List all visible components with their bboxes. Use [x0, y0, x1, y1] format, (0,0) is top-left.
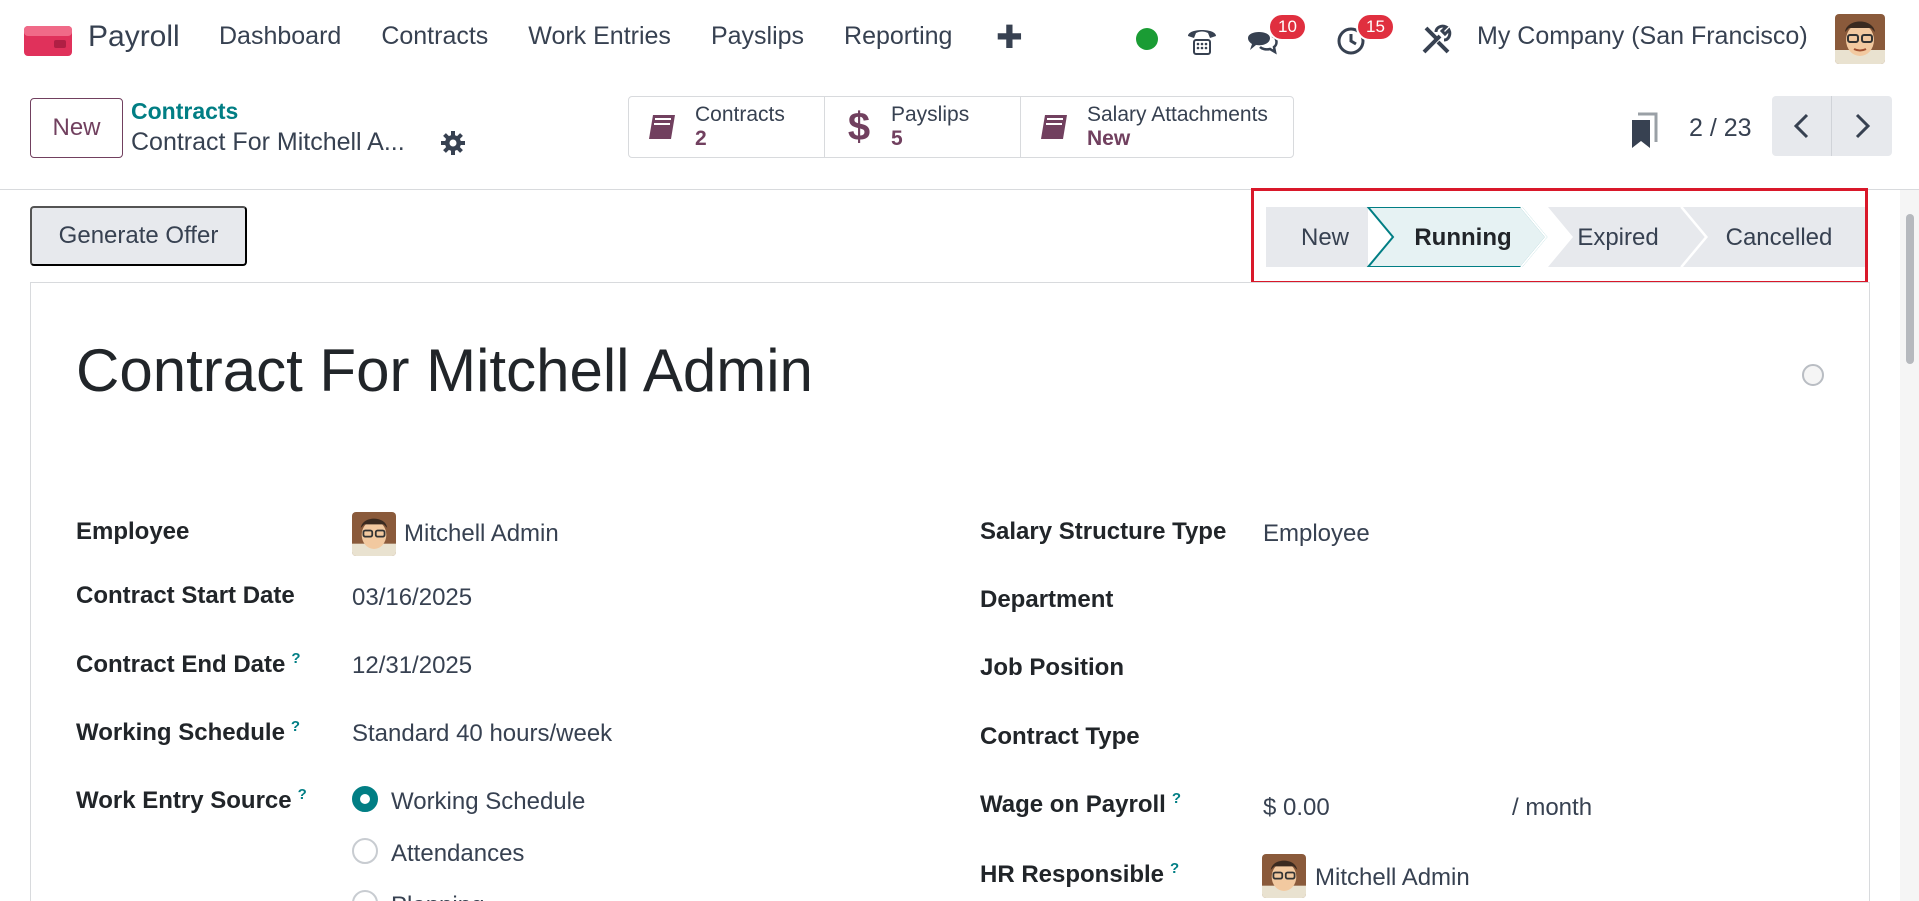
menu-item-work-entries[interactable]: Work Entries	[528, 22, 671, 51]
main-menu: Dashboard Contracts Work Entries Payslip…	[219, 22, 992, 51]
source-working-schedule-label[interactable]: Working Schedule	[391, 788, 585, 816]
employee-avatar	[352, 512, 396, 556]
smart-button-label: Contracts	[695, 103, 785, 126]
source-planning-label[interactable]: Planning	[391, 892, 484, 901]
department-label: Department	[980, 586, 1114, 613]
smart-button-label: Salary Attachments	[1087, 103, 1268, 126]
stage-cancelled[interactable]: Cancelled	[1726, 224, 1833, 251]
menu-item-payslips[interactable]: Payslips	[711, 22, 804, 51]
help-icon[interactable]: ?	[291, 718, 300, 735]
contract-type-label: Contract Type	[980, 723, 1140, 750]
contract-start-field[interactable]: 03/16/2025	[352, 584, 472, 612]
menu-item-dashboard[interactable]: Dashboard	[219, 22, 341, 51]
smart-button-value: 5	[891, 127, 903, 150]
contract-status-bar: New Running Expired Cancelled	[1266, 207, 1868, 267]
new-record-button[interactable]: New	[30, 98, 123, 158]
activities-count-badge: 15	[1356, 13, 1395, 41]
bookmark-icon[interactable]	[1630, 112, 1660, 150]
company-switcher[interactable]: My Company (San Francisco)	[1477, 22, 1808, 51]
wage-field[interactable]: $ 0.00	[1263, 794, 1330, 822]
contract-end-field[interactable]: 12/31/2025	[352, 652, 472, 680]
hr-responsible-label: HR Responsible?	[980, 860, 1180, 888]
working-schedule-field[interactable]: Standard 40 hours/week	[352, 720, 612, 748]
help-icon[interactable]: ?	[291, 650, 300, 667]
presence-status-icon[interactable]	[1136, 28, 1158, 50]
smart-buttons: Contracts 2 $ Payslips 5 Salary Attachme…	[628, 96, 1294, 158]
top-navbar: Payroll Dashboard Contracts Work Entries…	[0, 0, 1919, 78]
employee-field[interactable]: Mitchell Admin	[404, 520, 559, 548]
help-icon[interactable]: ?	[298, 786, 307, 803]
source-working-schedule-radio[interactable]	[352, 786, 378, 812]
chevron-left-icon	[1793, 113, 1808, 139]
priority-radio[interactable]	[1802, 364, 1824, 386]
smart-button-label: Payslips	[891, 103, 970, 126]
help-icon[interactable]: ?	[1170, 860, 1179, 877]
salary-attachments-smart-button[interactable]: Salary Attachments New	[1021, 97, 1293, 157]
plus-icon[interactable]: ✚	[996, 18, 1023, 56]
wage-on-payroll-label: Wage on Payroll?	[980, 790, 1181, 818]
help-icon[interactable]: ?	[1172, 790, 1181, 807]
stage-new[interactable]: New	[1301, 224, 1350, 251]
smart-button-value: 2	[695, 127, 707, 150]
source-attendances-label[interactable]: Attendances	[391, 840, 524, 868]
salary-structure-type-field[interactable]: Employee	[1263, 520, 1370, 548]
scrollbar-thumb[interactable]	[1906, 214, 1914, 364]
app-name[interactable]: Payroll	[88, 20, 180, 54]
hr-responsible-field[interactable]: Mitchell Admin	[1315, 864, 1470, 892]
pager-buttons	[1772, 96, 1892, 156]
source-attendances-radio[interactable]	[352, 838, 378, 864]
work-entry-source-label: Work Entry Source?	[76, 786, 307, 814]
breadcrumb-current: Contract For Mitchell A...	[131, 128, 405, 156]
wage-period: / month	[1512, 794, 1593, 821]
stage-running[interactable]: Running	[1414, 224, 1511, 251]
employee-label: Employee	[76, 518, 190, 545]
contract-start-label: Contract Start Date	[76, 582, 295, 609]
book-icon	[649, 115, 675, 139]
chevron-right-icon	[1855, 113, 1871, 139]
previous-record-button[interactable]	[1772, 96, 1832, 156]
generate-offer-button[interactable]: Generate Offer	[30, 206, 247, 266]
dollar-icon: $	[847, 105, 871, 149]
hr-responsible-avatar	[1262, 854, 1306, 898]
phone-icon[interactable]	[1184, 22, 1220, 58]
contract-title[interactable]: Contract For Mitchell Admin	[76, 336, 813, 405]
debug-tools-icon[interactable]	[1418, 22, 1454, 58]
pager-value[interactable]: 2 / 23	[1689, 114, 1752, 143]
menu-item-reporting[interactable]: Reporting	[844, 22, 952, 51]
stage-expired[interactable]: Expired	[1577, 224, 1658, 251]
next-record-button[interactable]	[1832, 96, 1892, 156]
gear-icon[interactable]	[440, 130, 466, 156]
salary-structure-type-label: Salary Structure Type	[980, 518, 1227, 545]
messages-count-badge: 10	[1268, 13, 1307, 41]
contracts-smart-button[interactable]: Contracts 2	[629, 97, 825, 157]
menu-item-contracts[interactable]: Contracts	[381, 22, 488, 51]
working-schedule-label: Working Schedule?	[76, 718, 301, 746]
job-position-label: Job Position	[980, 654, 1124, 681]
book-icon	[1041, 115, 1067, 139]
contract-end-label: Contract End Date?	[76, 650, 301, 678]
control-panel: New Contracts Contract For Mitchell A...…	[0, 78, 1919, 190]
payroll-app-icon[interactable]	[24, 22, 72, 58]
smart-button-value: New	[1087, 127, 1131, 150]
breadcrumb-contracts-link[interactable]: Contracts	[131, 98, 238, 125]
payslips-smart-button[interactable]: $ Payslips 5	[825, 97, 1021, 157]
user-avatar[interactable]	[1835, 14, 1885, 64]
